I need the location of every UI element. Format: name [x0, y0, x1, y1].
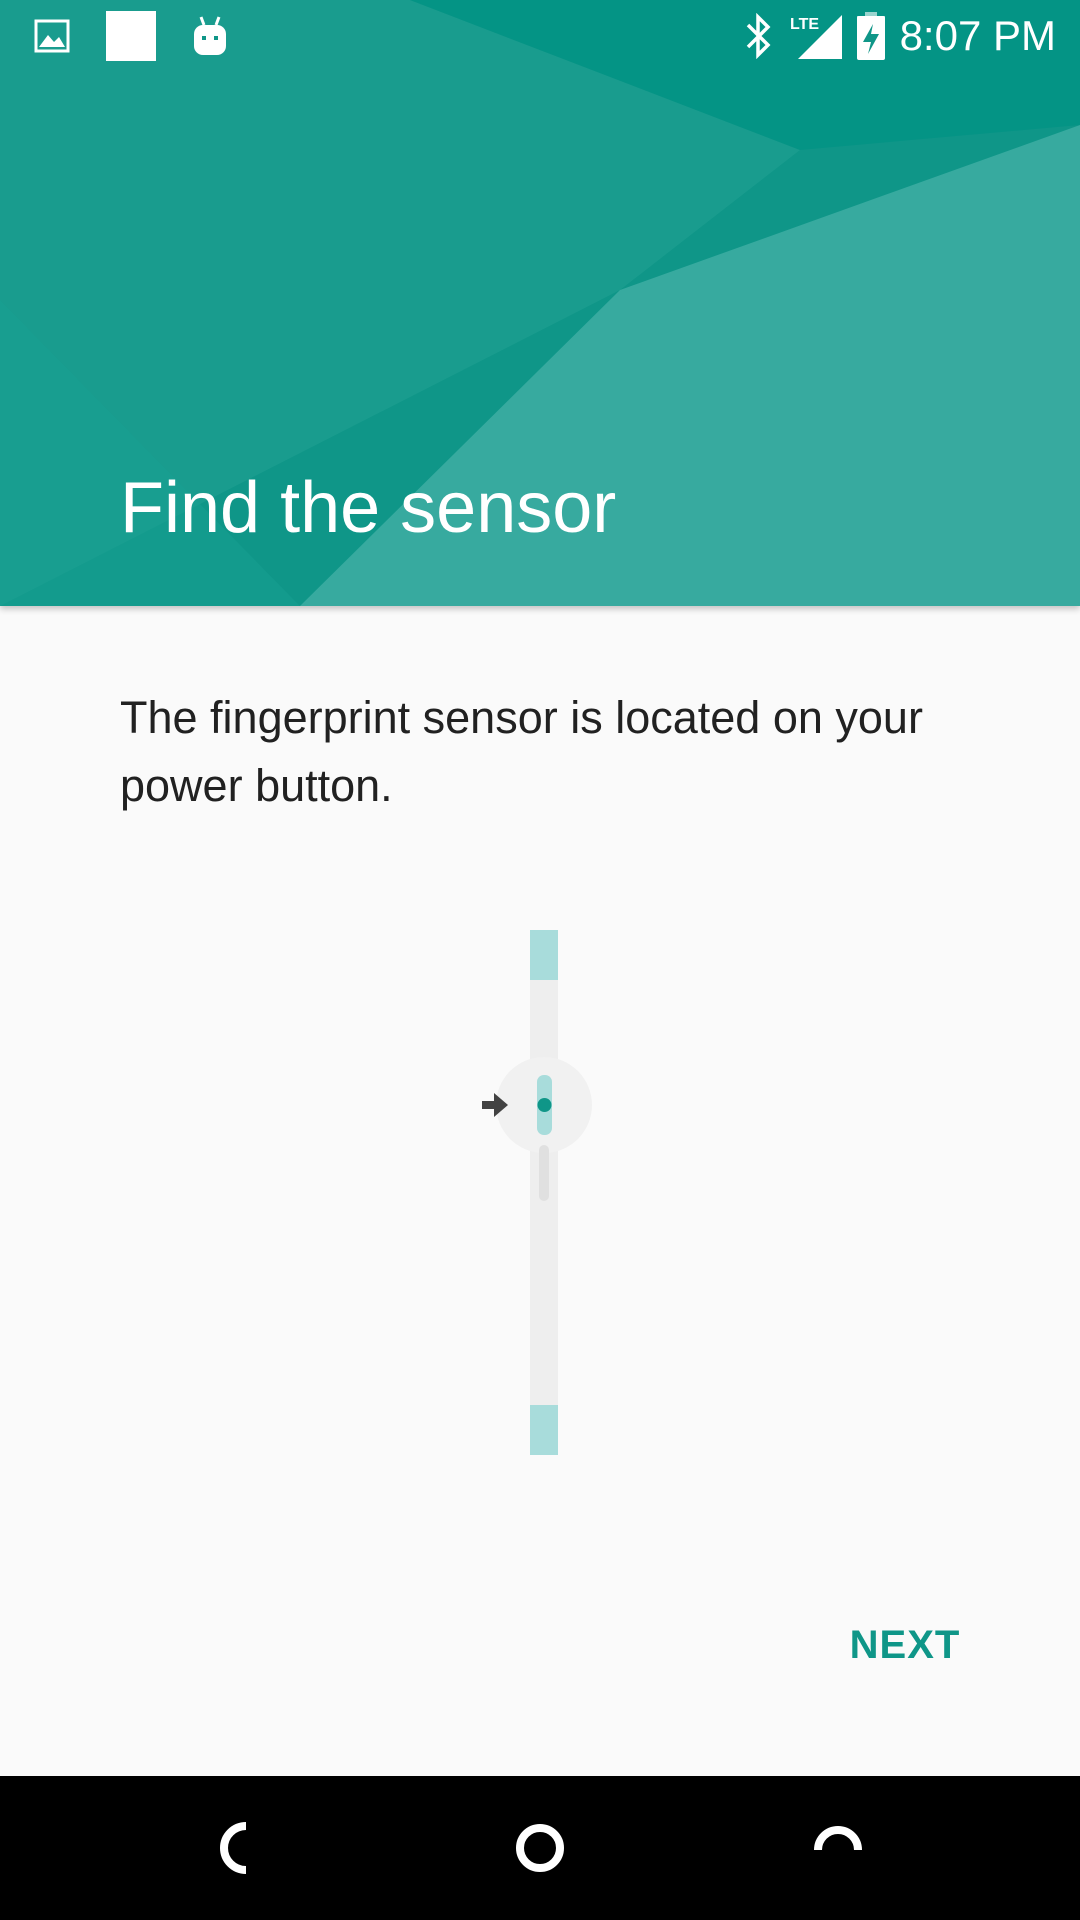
power-button-illustration: [470, 930, 610, 1460]
status-bar: LTE 8:07 PM: [0, 0, 1080, 72]
image-icon: [34, 19, 70, 53]
back-icon[interactable]: [212, 1818, 272, 1878]
status-time: 8:07 PM: [899, 12, 1056, 59]
bluetooth-icon: [746, 13, 771, 59]
next-button[interactable]: NEXT: [830, 1610, 980, 1680]
page-title: Find the sensor: [120, 468, 617, 548]
description-text: The fingerprint sensor is located on you…: [120, 692, 923, 811]
phone-edge-top: [530, 930, 558, 980]
android-robot-icon: [194, 16, 226, 55]
fingerprint-sensor-dot-icon: [537, 1098, 552, 1112]
battery-charging-icon: [856, 12, 885, 60]
navigation-bar: [0, 1776, 1080, 1920]
svg-text:LTE: LTE: [790, 16, 819, 33]
phone-edge-bottom: [530, 1405, 558, 1455]
volume-button: [539, 1145, 549, 1201]
white-square-icon: [106, 11, 156, 61]
home-icon[interactable]: [510, 1818, 570, 1878]
recents-icon[interactable]: [808, 1818, 868, 1878]
lte-signal-icon: LTE: [790, 15, 842, 59]
header: LTE 8:07 PM Find the sensor: [0, 0, 1080, 606]
